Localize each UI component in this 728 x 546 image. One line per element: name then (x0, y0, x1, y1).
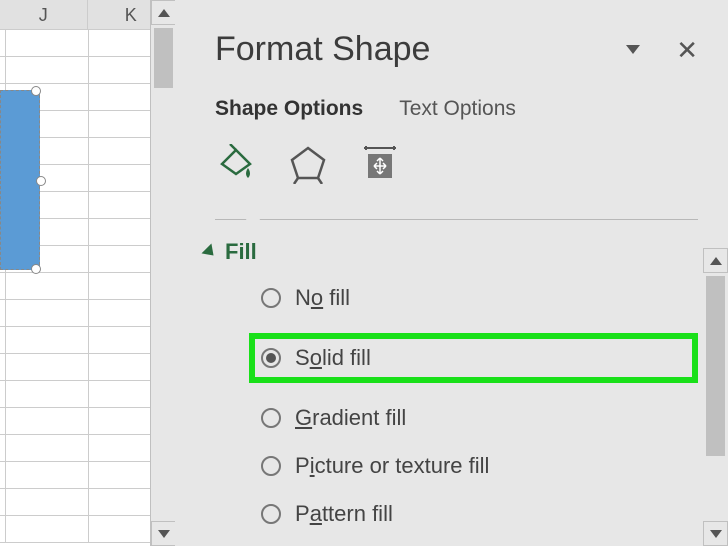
fill-section-header[interactable]: Fill (205, 239, 698, 265)
radio-label: Gradient fill (295, 405, 406, 431)
radio-picture-fill[interactable]: Picture or texture fill (261, 453, 698, 479)
pentagon-icon (288, 144, 328, 184)
radio-pattern-fill[interactable]: Pattern fill (261, 501, 698, 527)
radio-no-fill[interactable]: No fill (261, 285, 698, 311)
panel-scrollbar[interactable] (703, 248, 728, 546)
close-icon: ✕ (676, 35, 698, 65)
col-header-j[interactable]: J (0, 0, 88, 29)
radio-label: Pattern fill (295, 501, 393, 527)
close-button[interactable]: ✕ (676, 37, 698, 63)
tab-shape-options[interactable]: Shape Options (215, 97, 363, 121)
fill-line-category-button[interactable] (215, 143, 257, 185)
radio-icon (261, 504, 281, 524)
scroll-down-button[interactable] (151, 521, 176, 546)
spreadsheet-area: J K (0, 0, 175, 546)
collapse-triangle-icon (202, 244, 219, 261)
scroll-down-button[interactable] (703, 521, 728, 546)
radio-label: Solid fill (295, 345, 371, 371)
panel-tabs: Shape Options Text Options (215, 97, 698, 121)
format-shape-panel: Format Shape ✕ Shape Options Text Option… (175, 0, 728, 546)
paint-bucket-icon (216, 144, 256, 184)
arrow-down-icon (710, 530, 722, 538)
size-properties-icon (360, 144, 400, 184)
chevron-down-icon (626, 45, 640, 54)
radio-icon (261, 408, 281, 428)
arrow-up-icon (710, 257, 722, 265)
scroll-up-button[interactable] (151, 0, 176, 25)
radio-gradient-fill[interactable]: Gradient fill (261, 405, 698, 431)
arrow-down-icon (158, 530, 170, 538)
panel-title: Format Shape (215, 30, 430, 69)
section-title: Fill (225, 239, 257, 265)
section-divider (215, 209, 698, 229)
size-category-button[interactable] (359, 143, 401, 185)
resize-handle[interactable] (31, 264, 41, 274)
radio-icon (261, 456, 281, 476)
scroll-up-button[interactable] (703, 248, 728, 273)
active-category-indicator (245, 211, 261, 221)
tab-text-options[interactable]: Text Options (399, 97, 516, 121)
arrow-up-icon (158, 9, 170, 17)
resize-handle[interactable] (36, 176, 46, 186)
radio-solid-fill[interactable]: Solid fill (249, 333, 698, 383)
column-headers: J K (0, 0, 175, 30)
fill-options-group: No fill Solid fill Gradient fill Picture… (215, 285, 698, 527)
radio-label: Picture or texture fill (295, 453, 489, 479)
effects-category-button[interactable] (287, 143, 329, 185)
category-icons (215, 143, 698, 185)
scrollbar-thumb[interactable] (706, 276, 725, 456)
radio-label: No fill (295, 285, 350, 311)
selected-shape[interactable] (0, 90, 40, 270)
scrollbar-thumb[interactable] (154, 28, 173, 88)
sheet-scrollbar[interactable] (150, 0, 175, 546)
panel-options-button[interactable] (626, 45, 640, 54)
radio-icon (261, 348, 281, 368)
radio-icon (261, 288, 281, 308)
resize-handle[interactable] (31, 86, 41, 96)
